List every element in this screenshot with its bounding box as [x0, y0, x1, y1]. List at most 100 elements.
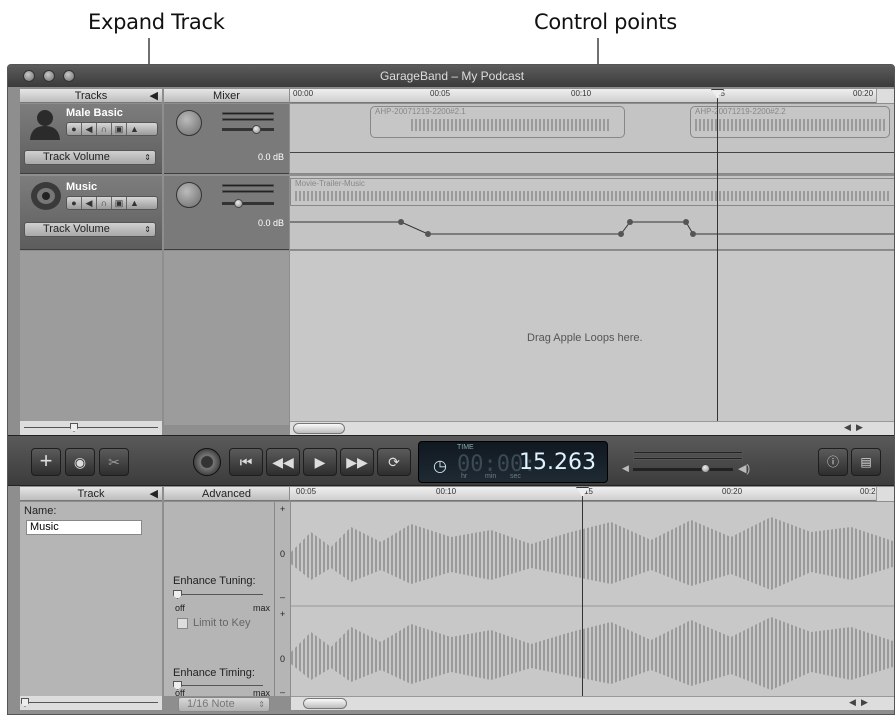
audio-region[interactable]: AHP-20071219-2200#2.1	[370, 106, 625, 138]
track-header-male-basic[interactable]: Male Basic ● ◀ ∩ ▣ ▲ Track Volume ⇕	[20, 104, 162, 174]
scroll-right-icon[interactable]: ▶	[856, 422, 863, 433]
master-volume-slider[interactable]	[633, 468, 733, 471]
waveform-editor[interactable]	[291, 502, 894, 696]
minimize-window-button[interactable]	[43, 70, 55, 82]
audio-region[interactable]: AHP-20071219-2200#2.2	[690, 106, 890, 138]
limit-to-key-checkbox[interactable]	[177, 618, 188, 629]
solo-headphones-icon[interactable]: ∩	[97, 197, 112, 209]
rewind-icon[interactable]: ◀◀	[266, 448, 300, 476]
zoom-ruler-icon[interactable]	[876, 89, 894, 103]
lock-icon[interactable]: ▣	[112, 123, 127, 135]
track-name-panel: Name: Music	[20, 502, 162, 696]
window-title: GarageBand – My Podcast	[379, 69, 525, 83]
popup-label: Track Volume	[43, 151, 110, 163]
control-point[interactable]	[627, 219, 633, 225]
scroll-left-icon[interactable]: ◀	[849, 697, 856, 708]
volume-automation-curve[interactable]	[290, 176, 895, 250]
amplitude-scale: + 0 – + 0 –	[274, 502, 290, 697]
scroll-left-icon[interactable]: ◀	[844, 422, 851, 433]
record-enable-icon[interactable]: ●	[67, 197, 82, 209]
add-track-button[interactable]: +	[31, 448, 61, 476]
editor-scrollbar-thumb[interactable]	[303, 698, 347, 709]
ruler-label: 00:00	[293, 89, 314, 98]
region-waveform	[411, 119, 611, 131]
mute-icon[interactable]: ◀	[82, 197, 97, 209]
level-meter-right	[222, 118, 274, 121]
volume-db: 0.0 dB	[258, 218, 285, 228]
volume-slider-thumb[interactable]	[234, 199, 243, 208]
level-meter-right	[222, 190, 274, 193]
volume-slider-thumb[interactable]	[252, 125, 261, 134]
play-icon[interactable]: ▶	[303, 448, 337, 476]
mixer-header: Mixer	[164, 89, 289, 103]
popup-label: Track Volume	[43, 223, 110, 235]
control-point[interactable]	[683, 219, 689, 225]
control-point[interactable]	[425, 231, 431, 237]
record-enable-icon[interactable]: ●	[67, 123, 82, 135]
solo-headphones-icon[interactable]: ∩	[97, 123, 112, 135]
cycle-loop-icon[interactable]: ⟳	[377, 448, 411, 476]
time-display-lcd[interactable]: ◷ TIME 00:00: 15.263 hr min sec	[418, 441, 608, 483]
track-name-field[interactable]: Music	[26, 520, 142, 535]
timeline-scrollbar[interactable]: ◀ ▶	[290, 421, 894, 435]
track-header-music[interactable]: Music ● ◀ ∩ ▣ ▲ Track Volume ⇕	[20, 176, 162, 250]
enhance-timing-slider[interactable]	[175, 685, 263, 686]
track-volume-popup[interactable]: Track Volume ⇕	[24, 222, 156, 237]
volume-curve-line[interactable]	[290, 152, 894, 153]
editor-playhead[interactable]	[582, 487, 583, 696]
scrollbar-thumb[interactable]	[293, 423, 345, 434]
media-browser-icon[interactable]: ▤	[851, 448, 881, 476]
scale-plus: +	[280, 609, 286, 619]
time-unit-hr: hr	[461, 473, 468, 480]
go-to-beginning-icon[interactable]: ⏮	[229, 448, 263, 476]
mute-icon[interactable]: ◀	[82, 123, 97, 135]
scroll-right-icon[interactable]: ▶	[861, 697, 868, 708]
close-window-button[interactable]	[23, 70, 35, 82]
playhead[interactable]	[717, 89, 718, 421]
track-info-icon[interactable]: ⓘ	[818, 448, 848, 476]
pan-knob[interactable]	[176, 110, 202, 136]
show-editor-scissors-icon[interactable]: ✂	[99, 448, 129, 476]
lock-icon[interactable]: ▣	[112, 197, 127, 209]
person-icon	[30, 110, 60, 140]
zoom-window-button[interactable]	[63, 70, 75, 82]
fast-forward-icon[interactable]: ▶▶	[340, 448, 374, 476]
enhance-tuning-slider[interactable]	[175, 594, 263, 595]
control-point[interactable]	[690, 231, 696, 237]
collapse-tracks-icon[interactable]: ◀	[150, 89, 158, 103]
volume-db: 0.0 dB	[258, 152, 285, 162]
record-button[interactable]	[193, 448, 221, 476]
track-volume-popup[interactable]: Track Volume ⇕	[24, 150, 156, 165]
time-digits: 15.263	[519, 450, 596, 475]
control-point[interactable]	[398, 219, 404, 225]
track-lane-male-basic[interactable]: AHP-20071219-2200#2.1 AHP-20071219-2200#…	[290, 104, 894, 174]
popup-arrows-icon: ⇕	[258, 700, 265, 709]
volume-slider[interactable]	[222, 128, 274, 131]
scale-minus: –	[280, 592, 286, 602]
editor-zoom-icon[interactable]	[876, 487, 894, 501]
control-point[interactable]	[618, 231, 624, 237]
track-zoom-slider[interactable]	[20, 421, 162, 435]
loop-drop-area[interactable]: Drag Apple Loops here.	[290, 251, 894, 421]
zoom-slider-thumb[interactable]	[21, 698, 29, 707]
editor-scrollbar[interactable]: ◀ ▶	[291, 696, 894, 710]
tuning-off-label: off	[175, 603, 185, 613]
track-lane-music[interactable]: Movie-Trailer-Music	[290, 176, 895, 250]
audio-waveform	[291, 517, 894, 690]
expand-track-icon[interactable]: ▲	[127, 123, 142, 135]
track-controls: ● ◀ ∩ ▣ ▲	[66, 196, 158, 210]
zoom-slider-thumb[interactable]	[70, 423, 78, 432]
note-value-popup[interactable]: 1/16 Note ⇕	[178, 697, 270, 712]
timeline-ruler[interactable]: 00:00 00:05 00:10 15 00:20	[290, 89, 876, 103]
master-volume-thumb[interactable]	[701, 464, 710, 473]
collapse-editor-icon[interactable]: ◀	[150, 487, 158, 501]
pan-knob[interactable]	[176, 182, 202, 208]
volume-slider[interactable]	[222, 202, 274, 205]
advanced-header: Advanced	[164, 487, 289, 501]
expand-track-icon[interactable]: ▲	[127, 197, 142, 209]
enhance-tuning-thumb[interactable]	[173, 590, 182, 599]
clock-icon[interactable]: ◷	[433, 456, 447, 476]
editor-zoom-slider[interactable]	[20, 696, 162, 710]
tracks-header: Tracks ◀	[20, 89, 162, 103]
show-loop-browser-eye-icon[interactable]: ◉	[65, 448, 95, 476]
